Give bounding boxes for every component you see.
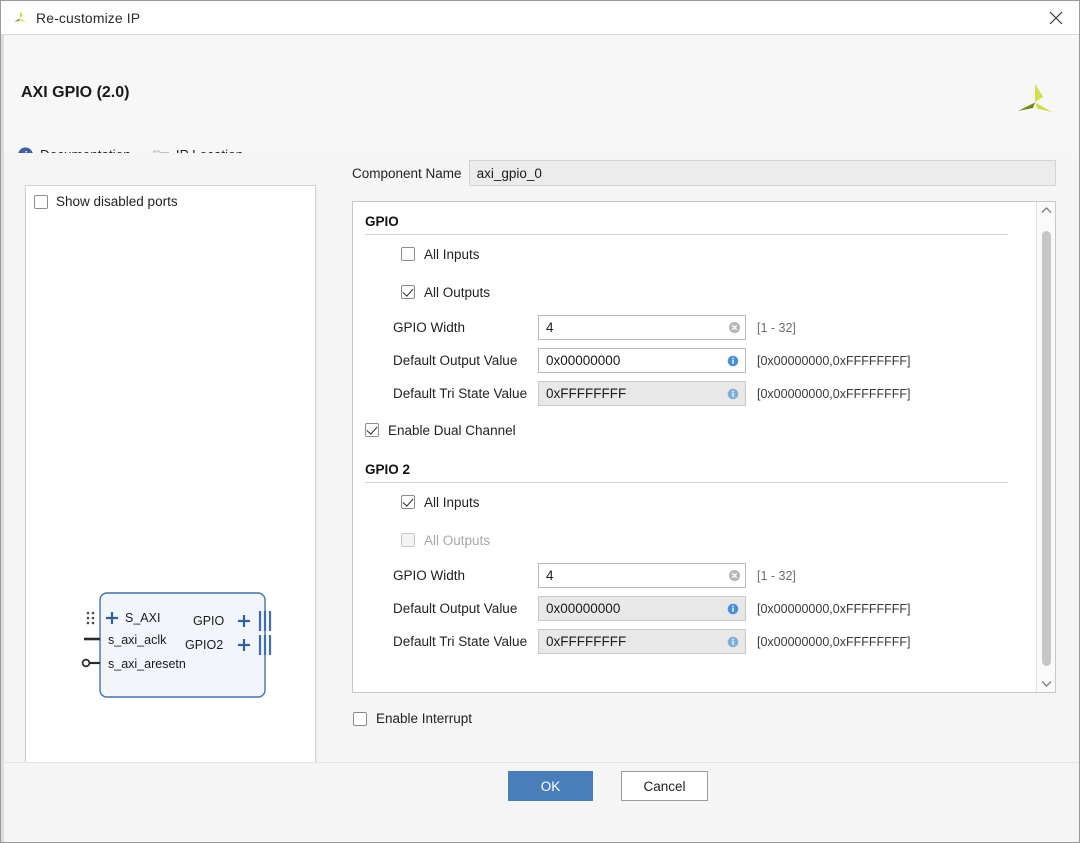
enable-interrupt-row[interactable]: Enable Interrupt xyxy=(353,711,472,726)
options-scroll-area: GPIO All Inputs All Outputs GPIO Width 4 xyxy=(352,201,1056,693)
re-customize-ip-dialog: Re-customize IP AXI GPIO (2.0) i Documen… xyxy=(0,0,1080,843)
options-content: GPIO All Inputs All Outputs GPIO Width 4 xyxy=(353,202,1036,692)
dialog-body: Show disabled ports S_AXI s_axi_aclk s_a… xyxy=(1,153,1079,774)
page-title: AXI GPIO (2.0) xyxy=(21,84,130,101)
gpio2-default-tristate-row: Default Tri State Value 0xFFFFFFFF [0x00… xyxy=(353,625,1036,658)
gpio-default-tristate-hint: [0x00000000,0xFFFFFFFF] xyxy=(757,386,911,401)
gpio-all-outputs-label: All Outputs xyxy=(424,284,491,300)
gpio2-width-row: GPIO Width 4 [1 - 32] xyxy=(353,559,1036,592)
gpio-width-row: GPIO Width 4 [1 - 32] xyxy=(353,311,1036,344)
gpio-default-tristate-label: Default Tri State Value xyxy=(393,386,528,401)
gpio-width-hint: [1 - 32] xyxy=(757,320,796,335)
component-name-input[interactable]: axi_gpio_0 xyxy=(468,160,1056,186)
cancel-button[interactable]: Cancel xyxy=(621,771,708,801)
gpio2-default-output-row: Default Output Value 0x00000000 [0x00000… xyxy=(353,592,1036,625)
enable-interrupt-label: Enable Interrupt xyxy=(376,711,473,726)
gpio-default-output-label: Default Output Value xyxy=(393,353,518,368)
scroll-up-icon[interactable] xyxy=(1037,202,1056,219)
gpio2-default-output-hint: [0x00000000,0xFFFFFFFF] xyxy=(757,601,911,616)
info-icon[interactable] xyxy=(727,603,739,615)
gpio-width-label: GPIO Width xyxy=(393,320,466,335)
info-icon[interactable] xyxy=(727,636,739,648)
gpio-default-output-hint: [0x00000000,0xFFFFFFFF] xyxy=(757,353,911,368)
gpio2-width-input[interactable]: 4 xyxy=(538,563,746,588)
show-disabled-ports-label: Show disabled ports xyxy=(56,194,178,209)
info-icon[interactable] xyxy=(727,388,739,400)
svg-text:s_axi_aresetn: s_axi_aresetn xyxy=(108,657,186,671)
gpio2-default-tristate-label: Default Tri State Value xyxy=(393,634,528,649)
scrollbar-thumb[interactable] xyxy=(1041,231,1051,666)
ok-button[interactable]: OK xyxy=(508,771,593,801)
component-name-label: Component Name xyxy=(352,165,462,181)
scrollbar-track[interactable] xyxy=(1037,219,1056,675)
config-panel: Component Name axi_gpio_0 GPIO All Input… xyxy=(352,153,1062,762)
gpio2-default-tristate-value: 0xFFFFFFFF xyxy=(546,634,627,649)
gpio2-all-inputs-row[interactable]: All Inputs xyxy=(353,483,1036,521)
gpio2-default-output-value: 0x00000000 xyxy=(546,601,621,616)
component-name-value: axi_gpio_0 xyxy=(476,165,542,181)
gpio-all-outputs-row[interactable]: All Outputs xyxy=(353,273,1036,311)
xilinx-brand-logo-icon xyxy=(1013,81,1057,121)
show-disabled-ports-checkbox[interactable] xyxy=(34,194,48,209)
gpio-default-tristate-value: 0xFFFFFFFF xyxy=(546,386,627,401)
gpio2-default-output-input[interactable]: 0x00000000 xyxy=(538,596,746,621)
gpio-width-value: 4 xyxy=(546,320,554,335)
close-icon[interactable] xyxy=(1033,1,1079,34)
gpio2-default-tristate-input[interactable]: 0xFFFFFFFF xyxy=(538,629,746,654)
ip-symbol-panel: Show disabled ports S_AXI s_axi_aclk s_a… xyxy=(25,185,316,774)
window-title: Re-customize IP xyxy=(36,9,141,26)
svg-text:s_axi_aclk: s_axi_aclk xyxy=(108,633,167,647)
clear-icon[interactable] xyxy=(728,569,741,582)
xilinx-logo-icon xyxy=(11,9,29,27)
gpio2-all-outputs-checkbox xyxy=(401,533,415,547)
gpio-all-inputs-label: All Inputs xyxy=(424,246,480,262)
enable-interrupt-checkbox[interactable] xyxy=(353,711,367,726)
gpio-default-tristate-row: Default Tri State Value 0xFFFFFFFF [0x00… xyxy=(353,377,1036,410)
dialog-header: AXI GPIO (2.0) i Documentation IP L xyxy=(1,35,1079,163)
gpio-all-outputs-checkbox[interactable] xyxy=(401,285,415,299)
gpio2-width-value: 4 xyxy=(546,568,554,583)
gpio-default-output-input[interactable]: 0x00000000 xyxy=(538,348,746,373)
ip-block-diagram: S_AXI s_axi_aclk s_axi_aresetn GPIO GPIO… xyxy=(78,589,308,704)
enable-dual-channel-label: Enable Dual Channel xyxy=(388,422,516,438)
title-bar: Re-customize IP xyxy=(1,1,1079,35)
show-disabled-ports-row[interactable]: Show disabled ports xyxy=(34,194,178,209)
gpio-width-input[interactable]: 4 xyxy=(538,315,746,340)
svg-text:GPIO: GPIO xyxy=(193,614,225,628)
gpio2-default-tristate-hint: [0x00000000,0xFFFFFFFF] xyxy=(757,634,911,649)
gpio-default-output-row: Default Output Value 0x00000000 [0x00000… xyxy=(353,344,1036,377)
gpio-group-title: GPIO xyxy=(365,214,399,229)
options-scrollbar[interactable] xyxy=(1036,202,1055,692)
svg-text:S_AXI: S_AXI xyxy=(125,611,160,625)
gpio2-group-title: GPIO 2 xyxy=(365,462,411,477)
gpio-all-inputs-row[interactable]: All Inputs xyxy=(353,235,1036,273)
enable-dual-channel-row[interactable]: Enable Dual Channel xyxy=(353,410,1036,450)
gpio-default-tristate-input[interactable]: 0xFFFFFFFF xyxy=(538,381,746,406)
gpio2-width-label: GPIO Width xyxy=(393,568,466,583)
gpio2-all-inputs-checkbox[interactable] xyxy=(401,495,415,509)
dialog-footer: OK Cancel xyxy=(1,762,1079,842)
gpio2-all-inputs-label: All Inputs xyxy=(424,494,480,510)
svg-text:GPIO2: GPIO2 xyxy=(185,638,223,652)
gpio-all-inputs-checkbox[interactable] xyxy=(401,247,415,261)
gpio2-all-outputs-label: All Outputs xyxy=(424,532,491,548)
gpio2-width-hint: [1 - 32] xyxy=(757,568,796,583)
info-icon[interactable] xyxy=(727,355,739,367)
enable-dual-channel-checkbox[interactable] xyxy=(365,423,379,437)
gpio-default-output-value: 0x00000000 xyxy=(546,353,621,368)
gpio2-all-outputs-row: All Outputs xyxy=(353,521,1036,559)
scroll-down-icon[interactable] xyxy=(1037,675,1056,692)
component-name-row: Component Name axi_gpio_0 xyxy=(352,160,1056,186)
clear-icon[interactable] xyxy=(728,321,741,334)
gpio2-default-output-label: Default Output Value xyxy=(393,601,518,616)
